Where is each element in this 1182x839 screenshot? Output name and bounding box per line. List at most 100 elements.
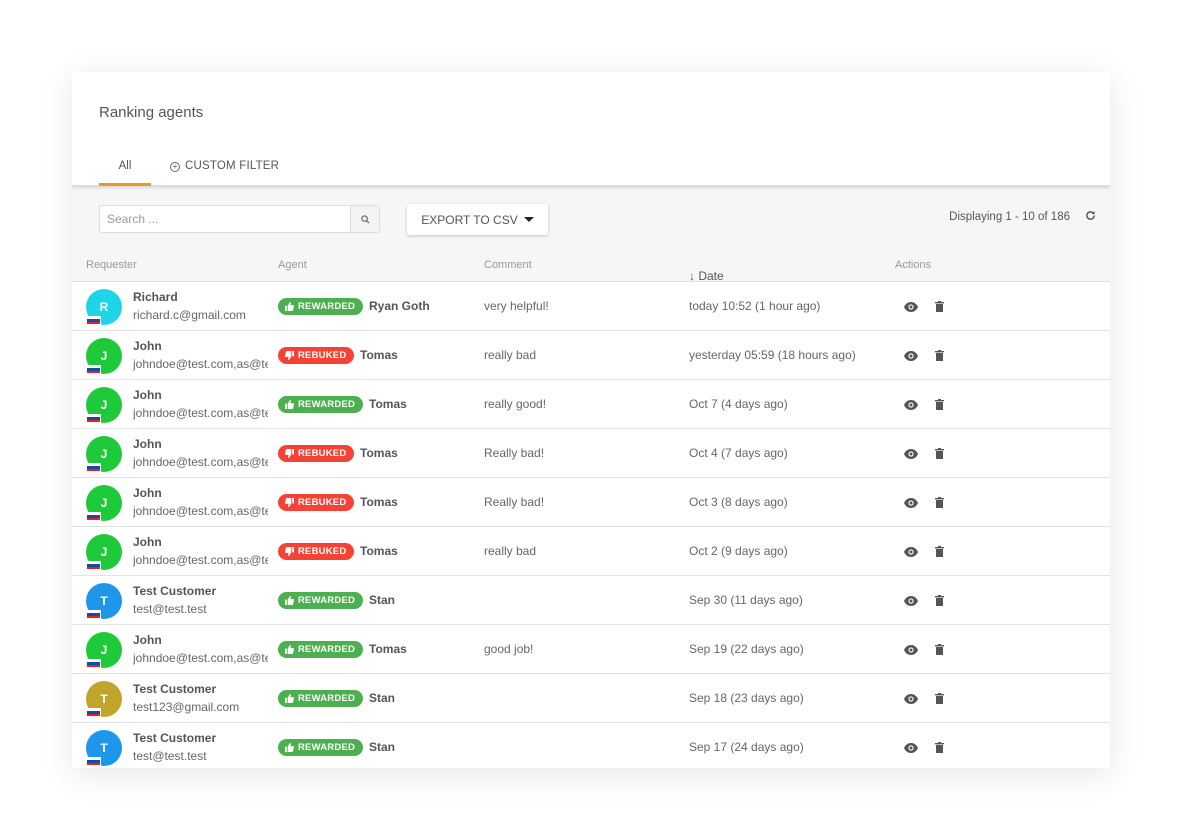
toolbar: EXPORT TO CSV Displaying 1 - 10 of 186 xyxy=(72,186,1110,252)
requester-email: test123@gmail.com xyxy=(133,700,240,714)
date-text: Oct 2 (9 days ago) xyxy=(689,544,788,558)
status-label: REBUKED xyxy=(298,448,347,459)
page-title: Ranking agents xyxy=(99,104,204,121)
status-badge-rebuked: REBUKED xyxy=(278,494,355,511)
eye-icon xyxy=(904,694,918,704)
search-input[interactable] xyxy=(100,206,350,232)
table-body: R Richard richard.c@gmail.com REWARDED R… xyxy=(72,282,1110,768)
thumb-up-icon xyxy=(285,400,294,409)
table-row[interactable]: T Test Customer test123@gmail.com REWARD… xyxy=(72,674,1110,723)
delete-button[interactable] xyxy=(935,593,944,611)
status-badge-rebuked: REBUKED xyxy=(278,543,355,560)
requester-name: John xyxy=(133,535,162,549)
table-row[interactable]: T Test Customer test@test.test REWARDED … xyxy=(72,576,1110,625)
thumb-up-icon xyxy=(285,743,294,752)
avatar-initial: T xyxy=(100,741,108,755)
plus-circle-icon: + xyxy=(170,162,180,172)
eye-icon xyxy=(904,547,918,557)
avatar-initial: J xyxy=(100,545,108,559)
requester-email: test@test.test xyxy=(133,749,207,763)
status-badge-rewarded: REWARDED xyxy=(278,690,364,707)
column-agent[interactable]: Agent xyxy=(278,259,307,271)
table-row[interactable]: J John johndoe@test.com,as@test.com REWA… xyxy=(72,380,1110,429)
comment-text: very helpful! xyxy=(484,299,549,313)
eye-icon xyxy=(904,498,918,508)
requester-name: Test Customer xyxy=(133,584,217,598)
trash-icon xyxy=(935,742,944,753)
agent-name: Tomas xyxy=(360,348,398,362)
requester-name: John xyxy=(133,486,162,500)
trash-icon xyxy=(935,448,944,459)
delete-button[interactable] xyxy=(935,397,944,415)
refresh-button[interactable] xyxy=(1085,208,1096,224)
filter-tabs: All + CUSTOM FILTER xyxy=(99,152,279,186)
requester-name: John xyxy=(133,633,162,647)
column-comment[interactable]: Comment xyxy=(484,259,532,271)
thumb-down-icon xyxy=(285,449,294,458)
agent-name: Tomas xyxy=(360,544,398,558)
view-button[interactable] xyxy=(904,299,918,317)
delete-button[interactable] xyxy=(935,495,944,513)
view-button[interactable] xyxy=(904,740,918,758)
caret-down-icon xyxy=(523,217,534,222)
flag-icon xyxy=(86,414,101,423)
requester-name: John xyxy=(133,339,162,353)
export-csv-button[interactable]: EXPORT TO CSV xyxy=(407,204,548,235)
view-button[interactable] xyxy=(904,691,918,709)
eye-icon xyxy=(904,302,918,312)
status-label: REWARDED xyxy=(298,399,356,410)
agent-name: Stan xyxy=(369,691,396,705)
agent-name: Tomas xyxy=(360,446,398,460)
column-requester[interactable]: Requester xyxy=(86,259,137,271)
eye-icon xyxy=(904,449,918,459)
status-badge-rewarded: REWARDED xyxy=(278,396,364,413)
tab-custom-filter-label: CUSTOM FILTER xyxy=(185,160,280,172)
view-button[interactable] xyxy=(904,397,918,415)
thumb-down-icon xyxy=(285,547,294,556)
status-badge-rebuked: REBUKED xyxy=(278,445,355,462)
avatar-initial: J xyxy=(100,496,108,510)
date-text: Oct 3 (8 days ago) xyxy=(689,495,788,509)
table-row[interactable]: J John johndoe@test.com,as@test.com REBU… xyxy=(72,478,1110,527)
agent-name: Tomas xyxy=(369,642,407,656)
delete-button[interactable] xyxy=(935,740,944,758)
view-button[interactable] xyxy=(904,544,918,562)
requester-email: test@test.test xyxy=(133,602,207,616)
status-badge-rewarded: REWARDED xyxy=(278,739,364,756)
avatar-initial: J xyxy=(100,643,108,657)
delete-button[interactable] xyxy=(935,642,944,660)
thumb-down-icon xyxy=(285,498,294,507)
table-row[interactable]: J John johndoe@test.com,as@test.com REBU… xyxy=(72,331,1110,380)
eye-icon xyxy=(904,645,918,655)
table-row[interactable]: T Test Customer test@test.test REWARDED … xyxy=(72,723,1110,768)
tab-custom-filter[interactable]: + CUSTOM FILTER xyxy=(170,152,279,186)
delete-button[interactable] xyxy=(935,691,944,709)
column-actions: Actions xyxy=(895,259,932,271)
comment-text: good job! xyxy=(484,642,534,656)
view-button[interactable] xyxy=(904,348,918,366)
flag-icon xyxy=(86,610,101,619)
delete-button[interactable] xyxy=(935,348,944,366)
table-row[interactable]: J John johndoe@test.com,as@test.com REWA… xyxy=(72,625,1110,674)
requester-name: John xyxy=(133,437,162,451)
view-button[interactable] xyxy=(904,642,918,660)
requester-email: johndoe@test.com,as@test.com xyxy=(133,455,268,469)
table-row[interactable]: J John johndoe@test.com,as@test.com REBU… xyxy=(72,527,1110,576)
avatar-initial: J xyxy=(100,349,108,363)
delete-button[interactable] xyxy=(935,446,944,464)
comment-text: really good! xyxy=(484,397,547,411)
thumb-down-icon xyxy=(285,351,294,360)
search-button[interactable] xyxy=(350,206,379,232)
flag-icon xyxy=(86,512,101,521)
column-date-label: Date xyxy=(698,269,724,283)
view-button[interactable] xyxy=(904,446,918,464)
delete-button[interactable] xyxy=(935,299,944,317)
view-button[interactable] xyxy=(904,593,918,611)
view-button[interactable] xyxy=(904,495,918,513)
tab-all[interactable]: All xyxy=(99,152,151,186)
comment-text: really bad xyxy=(484,348,537,362)
table-row[interactable]: R Richard richard.c@gmail.com REWARDED R… xyxy=(72,282,1110,331)
table-row[interactable]: J John johndoe@test.com,as@test.com REBU… xyxy=(72,429,1110,478)
delete-button[interactable] xyxy=(935,544,944,562)
search-icon xyxy=(360,214,370,224)
